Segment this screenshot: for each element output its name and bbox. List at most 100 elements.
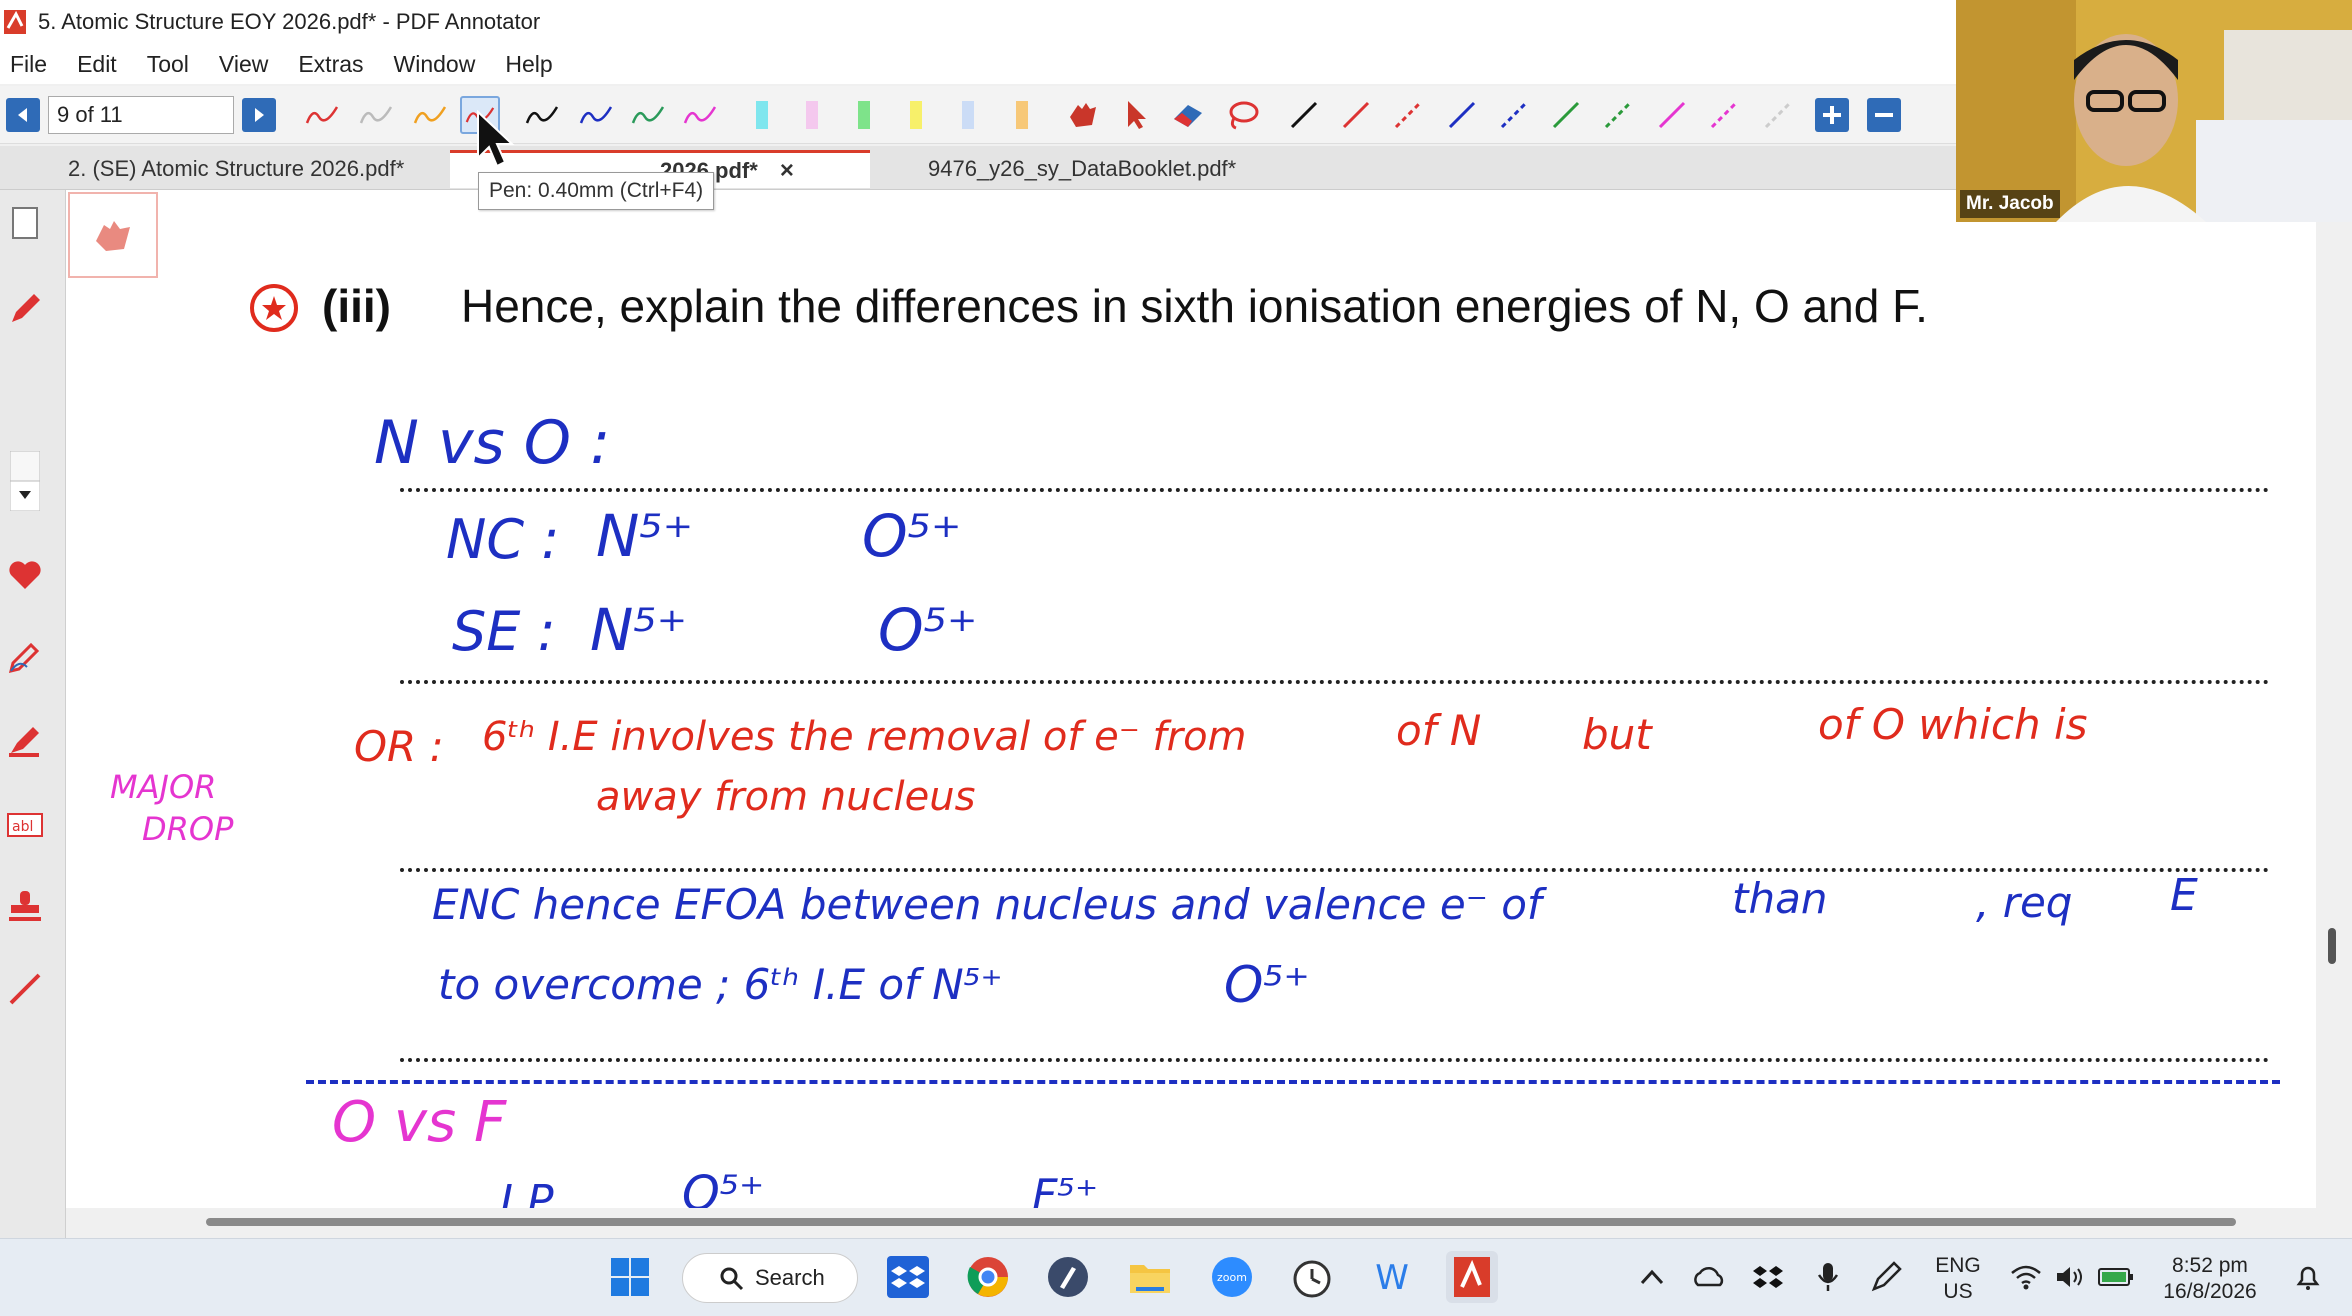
menu-extras[interactable]: Extras (298, 51, 363, 78)
menu-view[interactable]: View (219, 51, 268, 78)
pen-tool-red[interactable] (302, 96, 342, 134)
highlighter-orange[interactable] (1002, 96, 1042, 134)
pen-tool-side[interactable] (4, 288, 46, 330)
word-app-taskbar-button[interactable]: W (1366, 1251, 1418, 1303)
dashed-line-tool-white[interactable] (1758, 96, 1798, 134)
start-button[interactable] (604, 1251, 656, 1303)
taskbar-search-box[interactable]: Search (682, 1253, 858, 1303)
previous-page-button[interactable] (6, 98, 40, 132)
page-icon (12, 207, 38, 239)
eraser-tool[interactable] (1168, 96, 1208, 134)
dropbox-icon (887, 1256, 929, 1298)
language-indicator[interactable]: ENG US (1928, 1253, 1988, 1305)
pen-tool-blue[interactable] (576, 96, 616, 134)
dashed-line-tool-blue[interactable] (1494, 96, 1534, 134)
pen-tool-white[interactable] (356, 96, 396, 134)
zoom-out-button[interactable] (1864, 96, 1904, 134)
pdf-annotator-app-icon (4, 10, 26, 34)
highlighter-cyan[interactable] (742, 96, 782, 134)
text-tool[interactable]: abl (4, 804, 46, 846)
pen-tool-black[interactable] (522, 96, 562, 134)
stamp-tool[interactable] (4, 886, 46, 928)
menu-file[interactable]: File (10, 51, 47, 78)
pen-tool-orange[interactable] (410, 96, 450, 134)
next-page-button[interactable] (242, 98, 276, 132)
line-tool-pink[interactable] (1652, 96, 1692, 134)
ann-or-label: OR : (354, 722, 444, 771)
line-icon (1448, 101, 1476, 129)
ann-se-label: SE : (452, 600, 556, 663)
menu-window[interactable]: Window (394, 51, 476, 78)
favorites-tool[interactable] (4, 554, 46, 596)
zoom-icon: zoom (1212, 1257, 1252, 1297)
mouse-cursor-icon (477, 110, 515, 168)
marker-tool[interactable] (4, 720, 46, 762)
highlighter-lightblue[interactable] (948, 96, 988, 134)
highlighter-pink[interactable] (792, 96, 832, 134)
menu-help[interactable]: Help (505, 51, 552, 78)
microphone-tray-icon[interactable] (1802, 1251, 1854, 1303)
zoom-taskbar-button[interactable]: zoom (1206, 1251, 1258, 1303)
dashed-line-icon (1500, 101, 1528, 129)
show-hidden-icons-button[interactable] (1626, 1251, 1678, 1303)
volume-tray-icon[interactable] (2044, 1251, 2096, 1303)
clock-app-taskbar-button[interactable] (1286, 1251, 1338, 1303)
pen-tool-pink[interactable] (680, 96, 720, 134)
vertical-scrollbar[interactable] (2316, 190, 2352, 1238)
close-tab-icon[interactable]: × (780, 157, 794, 185)
text-box-icon: abl (7, 813, 43, 837)
pen-tray-icon[interactable] (1860, 1251, 1912, 1303)
speaker-icon (2057, 1267, 2082, 1287)
horizontal-scroll-thumb[interactable] (206, 1218, 2236, 1226)
line-tool-green[interactable] (1546, 96, 1586, 134)
dashed-line-tool-red[interactable] (1388, 96, 1428, 134)
windows-taskbar: Search zoom W ENG US 8:52 pm 16/8/2026 (0, 1238, 2352, 1316)
page-number-input[interactable] (48, 96, 234, 134)
hand-tool[interactable] (1062, 96, 1102, 134)
zoom-in-button[interactable] (1812, 96, 1852, 134)
notifications-button[interactable] (2282, 1251, 2334, 1303)
highlighter-icon (756, 101, 768, 129)
clock-area[interactable]: 8:52 pm 16/8/2026 (2150, 1253, 2270, 1305)
microphone-icon (1817, 1263, 1839, 1291)
tab-se-atomic-structure[interactable]: 2. (SE) Atomic Structure 2026.pdf* (48, 150, 424, 188)
line-tool-black[interactable] (1284, 96, 1324, 134)
blank-page-tool[interactable] (4, 202, 46, 244)
dropbox-taskbar-button[interactable] (882, 1251, 934, 1303)
horizontal-scrollbar[interactable] (66, 1208, 2316, 1238)
tab-label: 9476_y26_sy_DataBooklet.pdf* (928, 156, 1237, 181)
arrow-line-tool[interactable] (4, 968, 46, 1010)
onedrive-tray-icon[interactable] (1682, 1251, 1734, 1303)
diagonal-line-icon (9, 973, 41, 1005)
line-tool-red[interactable] (1336, 96, 1376, 134)
dashed-line-tool-pink[interactable] (1704, 96, 1744, 134)
chevron-up-icon (1640, 1269, 1664, 1285)
battery-tray-icon[interactable] (2090, 1251, 2142, 1303)
tab-label: 2. (SE) Atomic Structure 2026.pdf* (68, 156, 405, 181)
dashed-line-icon (1604, 101, 1632, 129)
pencil-tool[interactable] (4, 636, 46, 678)
select-tool[interactable] (1116, 96, 1156, 134)
webcam-person-image (1956, 0, 2352, 222)
highlighter-green[interactable] (844, 96, 884, 134)
pdf-page[interactable]: (iii) Hence, explain the differences in … (66, 190, 2316, 1208)
dropbox-tray-icon[interactable] (1742, 1251, 1794, 1303)
pdf-annotator-taskbar-button[interactable] (1446, 1251, 1498, 1303)
page-thumbnail[interactable] (68, 192, 158, 278)
search-label: Search (755, 1265, 825, 1290)
tab-databooklet[interactable]: 9476_y26_sy_DataBooklet.pdf* (908, 150, 1256, 188)
dashed-line-tool-green[interactable] (1598, 96, 1638, 134)
line-tool-blue[interactable] (1442, 96, 1482, 134)
chrome-taskbar-button[interactable] (962, 1251, 1014, 1303)
file-explorer-taskbar-button[interactable] (1124, 1251, 1176, 1303)
app-taskbar-button[interactable] (1042, 1251, 1094, 1303)
pen-tool-green[interactable] (628, 96, 668, 134)
menu-tool[interactable]: Tool (147, 51, 189, 78)
scroll-stepper[interactable] (4, 451, 46, 511)
highlighter-yellow[interactable] (896, 96, 936, 134)
menu-edit[interactable]: Edit (77, 51, 117, 78)
lasso-tool[interactable] (1222, 96, 1262, 134)
line-icon (1552, 101, 1580, 129)
ann-major: MAJOR (110, 768, 217, 806)
vertical-scroll-thumb[interactable] (2328, 928, 2336, 964)
